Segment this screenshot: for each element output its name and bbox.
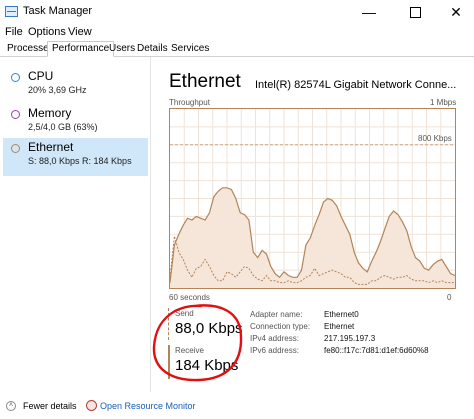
resource-item-cpu[interactable]: CPU 20% 3,69 GHz [3,67,148,105]
info-label-adapter: Adapter name: [250,310,303,319]
resource-detail: 2,5/4,0 GB (63%) [28,122,98,132]
chevron-up-icon[interactable]: ˄ [6,401,16,411]
resource-name: Memory [28,106,72,120]
resource-monitor-icon[interactable] [86,400,97,411]
scale-line-label: 800 Kbps [418,134,452,143]
resource-name: CPU [28,69,54,83]
send-label: Send [175,309,194,318]
footer: ˄ Fewer details Open Resource Monitor [0,392,474,419]
receive-label: Receive [175,346,204,355]
title-bar: Task Manager — ✕ [0,0,474,24]
zero-label: 0 [447,293,452,302]
info-value-adapter: Ethernet0 [324,310,359,319]
maximize-button[interactable] [392,0,438,24]
resource-name: Ethernet [28,140,74,154]
throughput-chart [169,109,456,288]
receive-value: 184 Kbps [175,357,239,374]
resource-list: CPU 20% 3,69 GHz Memory 2,5/4,0 GB (63%)… [0,57,151,392]
menu-bar: File Options View [0,24,474,41]
menu-file[interactable]: File [5,26,23,38]
tab-services[interactable]: Services [166,41,214,55]
info-label-ipv6: IPv6 address: [250,346,299,355]
send-series-marker [168,308,169,340]
menu-options[interactable]: Options [28,26,66,38]
ethernet-indicator-icon [11,144,20,153]
menu-view[interactable]: View [68,26,92,38]
time-axis-label: 60 seconds [169,293,210,302]
info-value-ipv4: 217.195.197.3 [324,334,376,343]
throughput-label: Throughput [169,98,210,107]
info-label-ipv4: IPv4 address: [250,334,299,343]
resource-item-ethernet[interactable]: Ethernet S: 88,0 Kbps R: 184 Kbps [3,138,148,176]
cpu-indicator-icon [11,73,20,82]
info-label-connection: Connection type: [250,322,311,331]
task-manager-icon [5,6,18,17]
minimize-button[interactable]: — [346,0,392,24]
memory-indicator-icon [11,110,20,119]
throughput-graph [169,108,456,289]
window-title: Task Manager [23,5,93,17]
graph-max-label: 1 Mbps [430,98,457,107]
resource-detail: S: 88,0 Kbps R: 184 Kbps [28,156,132,166]
maximize-icon [409,7,421,18]
info-value-connection: Ethernet [324,322,355,331]
page-title: Ethernet [169,71,241,92]
open-resource-monitor-link[interactable]: Open Resource Monitor [100,401,196,411]
close-button[interactable]: ✕ [438,0,474,24]
fewer-details-link[interactable]: Fewer details [23,401,77,411]
send-value: 88,0 Kbps [175,320,243,337]
resource-item-memory[interactable]: Memory 2,5/4,0 GB (63%) [3,104,148,142]
adapter-description: Intel(R) 82574L Gigabit Network Conne... [255,79,457,91]
receive-series-marker [168,345,170,379]
tab-strip: Processes Performance Users Details Serv… [0,41,474,57]
info-value-ipv6: fe80::f17c:7d81:d1ef:6d60%8 [324,346,429,355]
resource-detail: 20% 3,69 GHz [28,85,87,95]
